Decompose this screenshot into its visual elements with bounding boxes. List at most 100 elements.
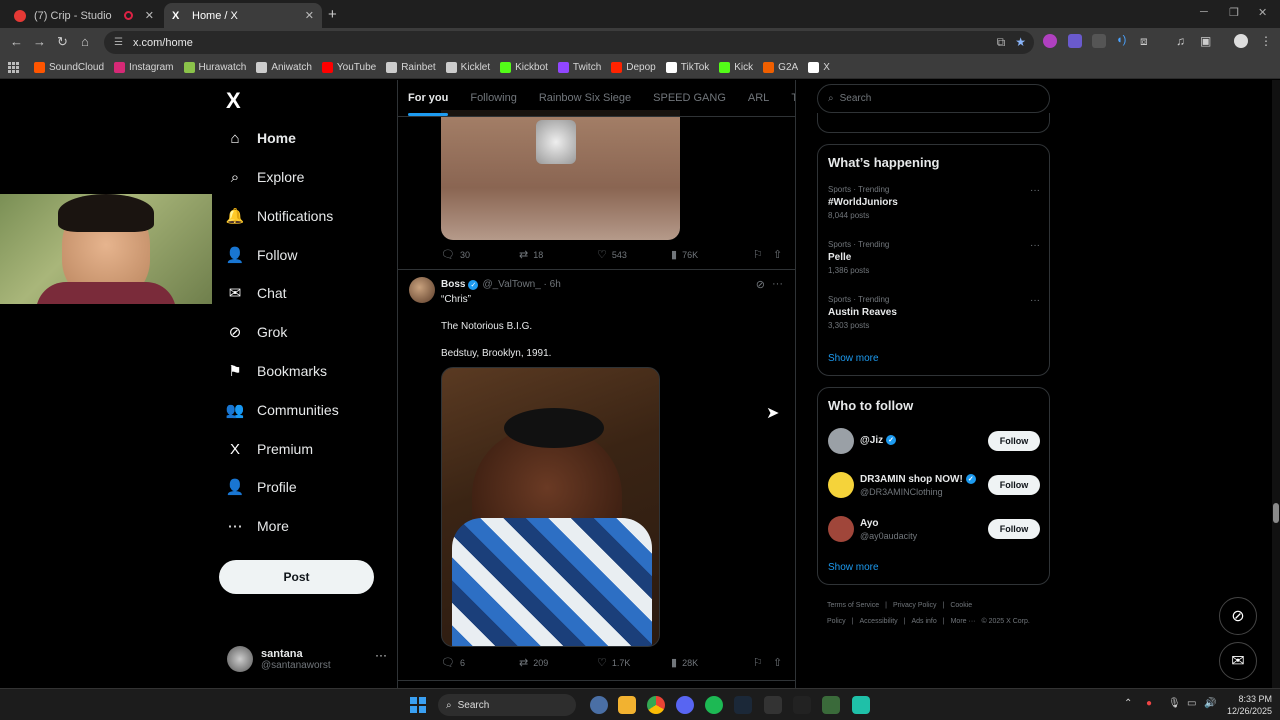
repost-button[interactable]: ⇄ 209 bbox=[519, 656, 597, 669]
close-tab-icon[interactable]: ✕ bbox=[305, 9, 314, 22]
footer-link[interactable]: Privacy Policy bbox=[893, 602, 937, 609]
footer-link[interactable]: Ads info bbox=[911, 618, 936, 625]
bookmark-button[interactable]: ⚐ bbox=[753, 656, 773, 669]
bookmark-depop[interactable]: Depop bbox=[611, 62, 656, 73]
x-logo-icon[interactable]: X bbox=[226, 88, 241, 114]
grok-icon[interactable]: ⊘ bbox=[756, 278, 765, 291]
tab-studio[interactable]: (7) Crip - Studio ✕ bbox=[6, 3, 162, 28]
chrome-icon[interactable] bbox=[647, 696, 665, 714]
account-switcher[interactable]: santana @santanaworst ··· bbox=[227, 642, 387, 676]
reply-button[interactable]: 🗨 30 bbox=[441, 248, 519, 261]
app-icon[interactable] bbox=[822, 696, 840, 714]
trend-item[interactable]: Sports · Trending Austin Reaves 3,303 post… bbox=[828, 295, 1040, 330]
footer-link[interactable]: © 2025 X Corp. bbox=[981, 618, 1029, 625]
bookmark-rainbet[interactable]: Rainbet bbox=[386, 62, 436, 73]
post-image[interactable] bbox=[441, 110, 680, 240]
follow-suggestion[interactable]: @Jiz ✓ Follow bbox=[828, 426, 1040, 456]
nav-item-follow[interactable]: 👤 Follow bbox=[226, 246, 298, 264]
timeline-tab[interactable]: ARL bbox=[748, 92, 769, 104]
discord-icon[interactable] bbox=[676, 696, 694, 714]
follow-suggestion[interactable]: DR3AMIN shop NOW! ✓ @DR3AMINClothing Follow bbox=[828, 470, 1040, 500]
tray-chevron-icon[interactable]: ⌃ bbox=[1124, 698, 1132, 709]
extension-icon[interactable] bbox=[1068, 34, 1082, 48]
nav-item-more[interactable]: ⋯ More bbox=[226, 517, 289, 535]
close-tab-icon[interactable]: ✕ bbox=[145, 9, 154, 22]
share-button[interactable]: ⇧ bbox=[773, 248, 787, 261]
browser-menu-icon[interactable]: ⋮ bbox=[1260, 34, 1274, 48]
like-button[interactable]: ♡ 543 bbox=[597, 248, 671, 261]
app-icon[interactable] bbox=[793, 696, 811, 714]
author-handle[interactable]: @_ValTown_ · 6h bbox=[482, 279, 560, 290]
share-button[interactable]: ⇧ bbox=[773, 656, 787, 669]
install-app-icon[interactable]: ⧉ bbox=[997, 35, 1006, 50]
footer-link[interactable]: Accessibility bbox=[860, 618, 898, 625]
trend-item[interactable]: Sports · Trending #WorldJuniors 8,044 post… bbox=[828, 185, 1040, 220]
tray-app-icon[interactable]: ● bbox=[1146, 698, 1152, 709]
reply-button[interactable]: 🗨 6 bbox=[441, 656, 519, 669]
nav-item-chat[interactable]: ✉ Chat bbox=[226, 284, 287, 302]
forward-icon[interactable]: → bbox=[33, 34, 46, 49]
close-window-button[interactable]: ✕ bbox=[1258, 6, 1267, 19]
spotify-icon[interactable] bbox=[705, 696, 723, 714]
nav-item-grok[interactable]: ⊘ Grok bbox=[226, 323, 288, 341]
post-button[interactable]: Post bbox=[219, 560, 374, 594]
page-scrollbar[interactable] bbox=[1272, 80, 1280, 688]
restore-button[interactable]: ❐ bbox=[1229, 6, 1239, 19]
taskbar-search[interactable]: ⌕ Search bbox=[438, 694, 576, 716]
more-dots-icon[interactable]: ··· bbox=[772, 278, 783, 290]
home-browser-icon[interactable]: ⌂ bbox=[81, 34, 89, 49]
follow-suggestion[interactable]: Ayo @ay0audacity Follow bbox=[828, 514, 1040, 544]
clock[interactable]: 8:33 PM 12/26/2025 bbox=[1227, 693, 1272, 717]
follow-button[interactable]: Follow bbox=[988, 475, 1040, 495]
repost-button[interactable]: ⇄ 18 bbox=[519, 248, 597, 261]
timeline-tab[interactable]: For you bbox=[408, 92, 449, 116]
like-button[interactable]: ♡ 1.7K bbox=[597, 656, 671, 669]
nav-item-premium[interactable]: X Premium bbox=[226, 440, 313, 458]
media-control-icon[interactable]: ♫ bbox=[1176, 34, 1190, 48]
bookmark-hurawatch[interactable]: Hurawatch bbox=[183, 62, 246, 73]
grok-fab-icon[interactable]: ⊘ bbox=[1219, 597, 1257, 635]
post-image[interactable] bbox=[441, 367, 660, 647]
minimize-button[interactable]: ─ bbox=[1200, 6, 1208, 18]
bookmark-soundcloud[interactable]: SoundCloud bbox=[34, 62, 104, 73]
scrollbar-thumb[interactable] bbox=[1273, 503, 1279, 523]
more-dots-icon[interactable]: ··· bbox=[1030, 295, 1040, 306]
timeline-tab[interactable]: SPEED GANG bbox=[653, 92, 726, 104]
bookmark-kickbot[interactable]: Kickbot bbox=[500, 62, 548, 73]
author-name[interactable]: Boss bbox=[441, 279, 465, 290]
trend-item[interactable]: Sports · Trending Pelle 1,386 posts ··· bbox=[828, 240, 1040, 275]
microphone-icon[interactable]: 🎙 bbox=[1168, 698, 1181, 709]
bookmark-kicklet[interactable]: Kicklet bbox=[445, 62, 490, 73]
bookmark-star-icon[interactable]: ★ bbox=[1015, 35, 1026, 50]
more-dots-icon[interactable]: ··· bbox=[1030, 185, 1040, 196]
extensions-puzzle-icon[interactable]: ⧈ bbox=[1140, 34, 1154, 48]
bookmark-aniwatch[interactable]: Aniwatch bbox=[256, 62, 312, 73]
bookmark-twitch[interactable]: Twitch bbox=[557, 62, 601, 73]
extension-icon[interactable] bbox=[1092, 34, 1106, 48]
footer-link[interactable]: Terms of Service bbox=[827, 602, 879, 609]
volume-icon[interactable]: 🔊 bbox=[1204, 698, 1216, 709]
footer-link[interactable]: More ··· bbox=[951, 618, 976, 625]
more-dots-icon[interactable]: ··· bbox=[375, 648, 387, 662]
bookmark-x[interactable]: X bbox=[808, 62, 830, 73]
show-more-link[interactable]: Show more bbox=[828, 353, 879, 364]
site-info-icon[interactable]: ☰ bbox=[114, 37, 123, 48]
steam-icon[interactable] bbox=[734, 696, 752, 714]
back-icon[interactable]: ← bbox=[10, 34, 23, 49]
search-input[interactable]: ⌕ Search bbox=[817, 84, 1050, 113]
network-icon[interactable]: ▭ bbox=[1187, 698, 1196, 709]
new-tab-button[interactable]: + bbox=[328, 6, 337, 23]
extension-icon[interactable] bbox=[1043, 34, 1057, 48]
bookmark-tiktok[interactable]: TikTok bbox=[665, 62, 709, 73]
bookmark-button[interactable]: ⚐ bbox=[753, 248, 773, 261]
side-panel-icon[interactable]: ▣ bbox=[1200, 34, 1214, 48]
epic-games-icon[interactable] bbox=[764, 696, 782, 714]
avatar[interactable] bbox=[409, 277, 435, 303]
views-button[interactable]: ▮ 76K bbox=[671, 248, 753, 261]
windows-start-icon[interactable] bbox=[410, 697, 426, 713]
messages-fab-icon[interactable]: ✉ bbox=[1219, 642, 1257, 680]
address-bar[interactable]: ☰ x.com/home ⧉ ★ bbox=[104, 31, 1034, 54]
show-more-link[interactable]: Show more bbox=[828, 562, 879, 573]
bookmark-kick[interactable]: Kick bbox=[719, 62, 753, 73]
follow-button[interactable]: Follow bbox=[988, 519, 1040, 539]
